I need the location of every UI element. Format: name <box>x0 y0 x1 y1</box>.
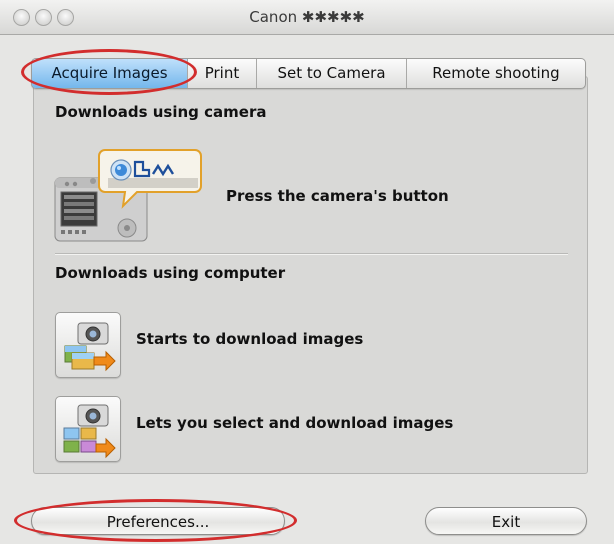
tab-print[interactable]: Print <box>188 59 257 88</box>
exit-button[interactable]: Exit <box>425 507 587 535</box>
camera-download-icon <box>64 322 116 372</box>
app-window: Canon ✱✱✱✱✱ Acquire Images Print Set to … <box>0 0 614 544</box>
select-download-button[interactable] <box>55 396 121 462</box>
camera-illustration-icon[interactable] <box>53 148 208 244</box>
preferences-button[interactable]: Preferences... <box>31 507 285 535</box>
computer-section-heading: Downloads using computer <box>55 264 286 282</box>
camera-select-download-icon <box>63 404 116 459</box>
press-camera-button-label: Press the camera's button <box>226 187 449 205</box>
title-bar[interactable]: Canon ✱✱✱✱✱ <box>0 0 614 35</box>
window-title: Canon ✱✱✱✱✱ <box>249 8 365 26</box>
start-download-button[interactable] <box>55 312 121 378</box>
section-divider <box>55 253 568 255</box>
start-download-label: Starts to download images <box>136 330 364 348</box>
tab-bar: Acquire Images Print Set to Camera Remot… <box>31 58 586 89</box>
tab-set-to-camera[interactable]: Set to Camera <box>257 59 407 88</box>
select-download-label: Lets you select and download images <box>136 414 454 432</box>
camera-section-heading: Downloads using camera <box>55 103 267 121</box>
tab-remote-shooting[interactable]: Remote shooting <box>407 59 585 88</box>
tab-acquire-images[interactable]: Acquire Images <box>32 59 188 88</box>
